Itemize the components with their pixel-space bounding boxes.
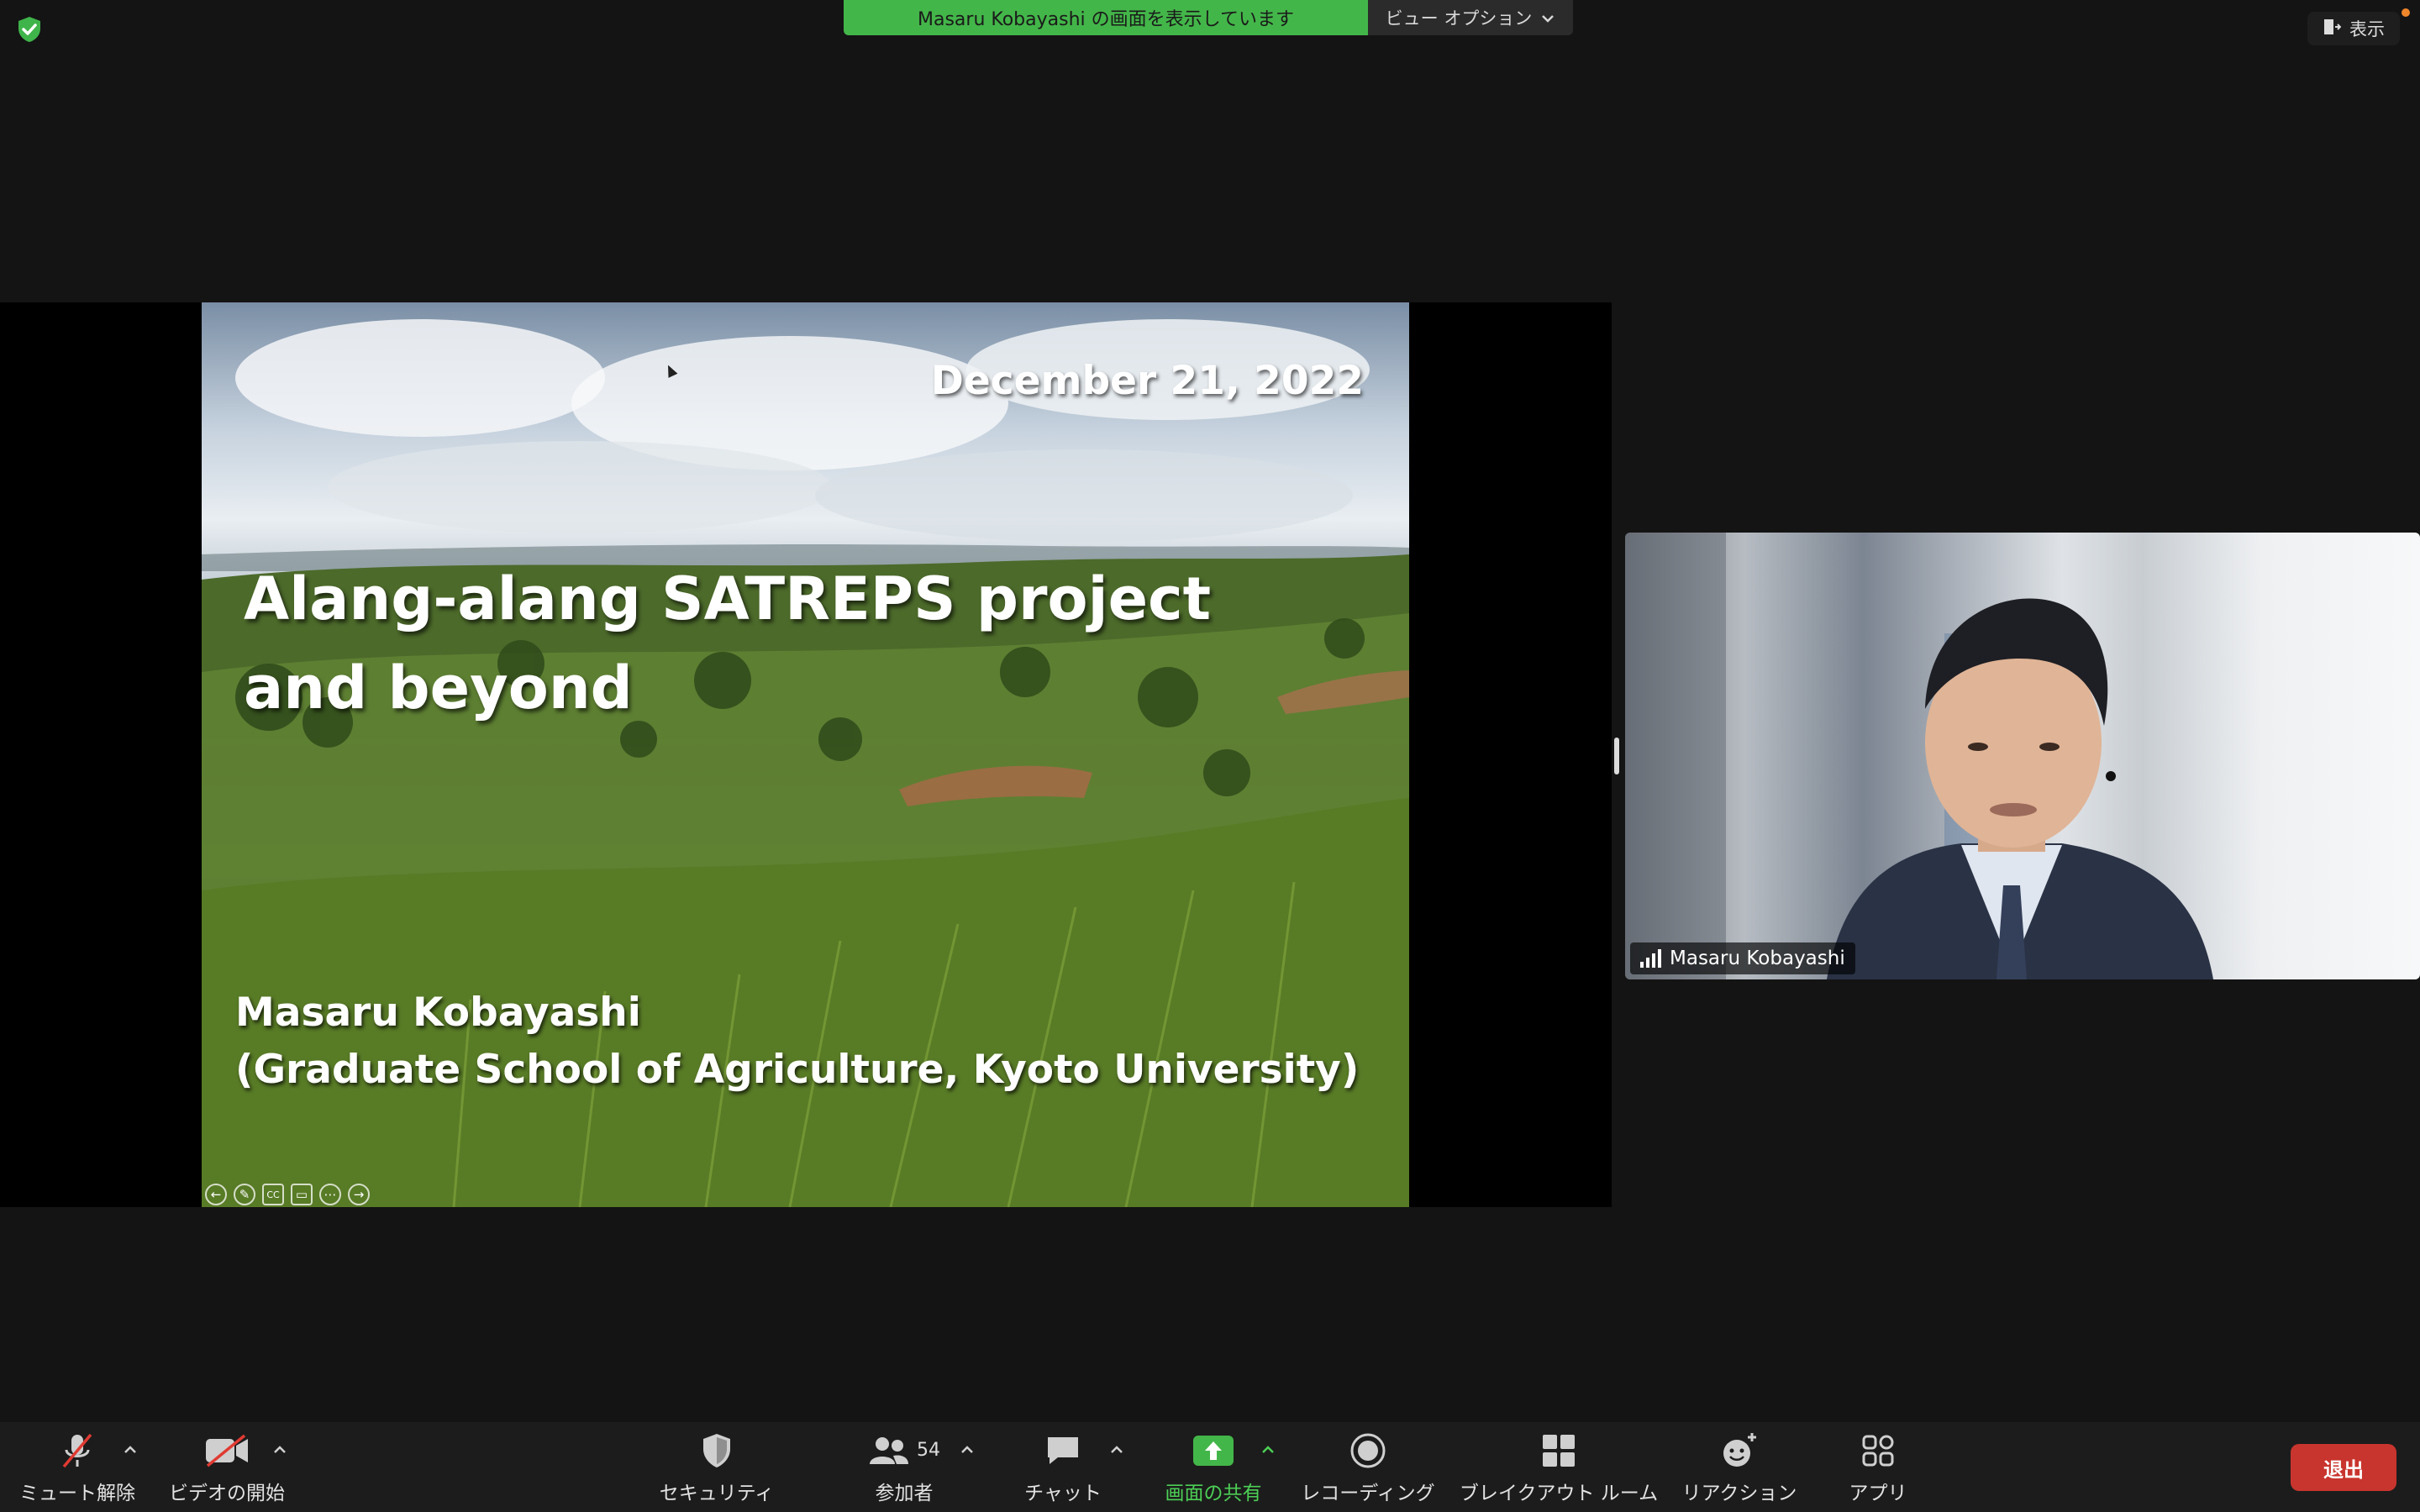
mic-off-icon [59,1430,96,1472]
participant-video-feed [1625,533,2213,979]
breakout-rooms-icon [1541,1430,1576,1472]
record-icon [1349,1430,1386,1472]
next-slide-icon[interactable]: → [348,1184,370,1205]
apps-label: アプリ [1849,1482,1907,1504]
security-shield-check-icon[interactable] [15,15,44,44]
participant-name: Masaru Kobayashi [1670,948,1845,969]
slide-date: December 21, 2022 [930,358,1364,404]
start-video-label: ビデオの開始 [169,1482,285,1504]
share-screen-icon [1192,1430,1234,1472]
unmute-button[interactable]: ミュート解除 [19,1422,135,1512]
recording-button[interactable]: レコーディング [1301,1422,1435,1512]
chat-label: チャット [1024,1482,1102,1504]
slide-controls: ← ✎ CC ▭ ⋯ → [205,1184,370,1205]
participants-button[interactable]: 54 参加者 [854,1422,955,1512]
leave-meeting-button[interactable]: 退出 [2291,1444,2396,1491]
chat-button[interactable]: チャット [1017,1422,1109,1512]
unmute-label: ミュート解除 [19,1482,135,1504]
apps-button[interactable]: アプリ [1840,1422,1916,1512]
video-icon[interactable]: ▭ [291,1184,313,1205]
slide-title-line-1: Alang-alang SATREPS project [244,564,1212,633]
view-options-button[interactable]: ビュー オプション [1368,0,1573,35]
reactions-button[interactable]: リアクション [1681,1422,1798,1512]
security-shield-icon [700,1430,734,1472]
slide-title-line-2: and beyond [244,654,633,722]
participants-icon-group: 54 [868,1430,940,1472]
participants-count: 54 [917,1440,940,1461]
slide-author-name: Masaru Kobayashi [235,990,641,1036]
meeting-toolbar: ミュート解除 ビデオの開始 セキュリティ 54 参加者 チャット 画面の共有 レ… [0,1422,2420,1512]
panel-resize-handle[interactable] [1614,738,1619,774]
chevron-down-icon [1540,8,1555,28]
participants-label: 参加者 [875,1482,934,1504]
reactions-label: リアクション [1681,1482,1797,1504]
screen-share-banner: Masaru Kobayashi の画面を表示しています ビュー オプション [844,0,1573,35]
participant-video-tile[interactable]: Masaru Kobayashi [1625,533,2420,979]
shared-screen-area[interactable]: December 21, 2022 Alang-alang SATREPS pr… [0,302,1612,1207]
slide-author-affiliation: (Graduate School of Agriculture, Kyoto U… [235,1047,1360,1093]
notification-dot [2402,8,2410,17]
recording-label: レコーディング [1301,1482,1435,1504]
share-screen-label: 画面の共有 [1165,1482,1262,1504]
more-icon[interactable]: ⋯ [319,1184,341,1205]
view-button-label: 表示 [2349,19,2385,39]
security-button[interactable]: セキュリティ [655,1422,778,1512]
slide-title: Alang-alang SATREPS project and beyond [244,554,1211,732]
participants-icon [870,1436,908,1464]
captions-icon[interactable]: CC [262,1184,284,1205]
breakout-rooms-button[interactable]: ブレイクアウト ルーム [1459,1422,1659,1512]
chat-icon [1044,1430,1081,1472]
previous-slide-icon[interactable]: ← [205,1184,227,1205]
exit-view-icon [2323,18,2342,40]
share-status-label: Masaru Kobayashi の画面を表示しています [844,0,1368,35]
video-off-icon [204,1430,250,1472]
start-video-button[interactable]: ビデオの開始 [168,1422,286,1512]
pen-icon[interactable]: ✎ [234,1184,255,1205]
breakout-rooms-label: ブレイクアウト ルーム [1459,1482,1659,1504]
slide-author: Masaru Kobayashi (Graduate School of Agr… [235,984,1359,1099]
view-options-label: ビュー オプション [1385,8,1533,29]
signal-icon [1640,949,1661,968]
security-label: セキュリティ [659,1482,775,1504]
share-screen-button[interactable]: 画面の共有 [1158,1422,1269,1512]
view-button[interactable]: 表示 [2307,12,2400,45]
presentation-slide: December 21, 2022 Alang-alang SATREPS pr… [202,302,1409,1207]
apps-icon [1860,1430,1896,1472]
participant-name-tag: Masaru Kobayashi [1630,942,1855,974]
reaction-icon [1720,1430,1759,1472]
